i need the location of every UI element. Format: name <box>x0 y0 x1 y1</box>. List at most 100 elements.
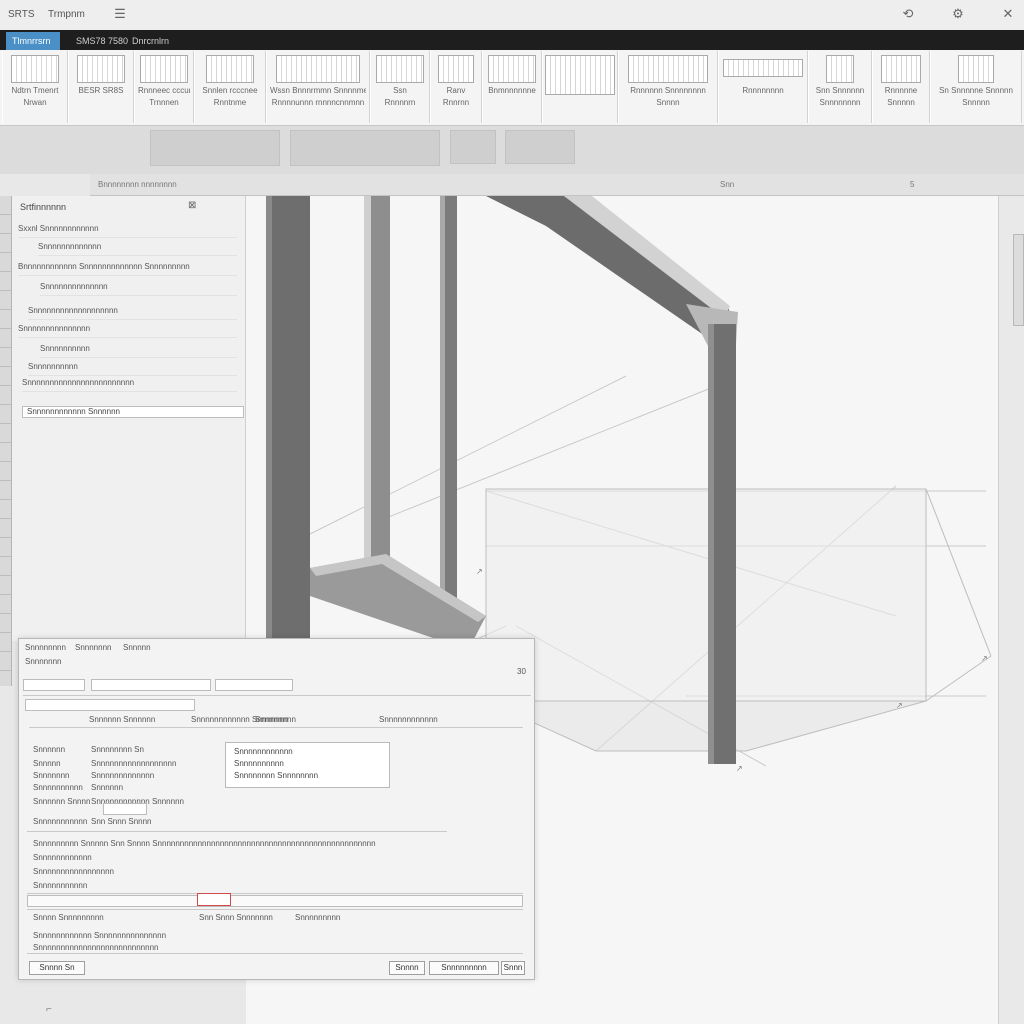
field-label: Snnnnnn <box>33 745 66 754</box>
properties-title: Srtfinnnnnn <box>20 202 67 212</box>
toolbar-thumbnail[interactable] <box>505 130 575 164</box>
tab-2[interactable]: SMS78 7580 <box>70 32 134 50</box>
ribbon-tool-icon <box>723 59 803 77</box>
ribbon-tool-icon <box>140 55 188 83</box>
toolbar-thumbnail[interactable] <box>150 130 280 166</box>
dialog-tab[interactable]: Snnnnnnnn <box>25 643 66 652</box>
property-row[interactable]: Snnnnnnnnnnnnnnnnnnnnnnnn <box>22 374 237 392</box>
dropdown-option[interactable]: Snnnnnnnnnnnn <box>234 747 293 756</box>
member-properties-dialog: Snnnnnnnn Snnnnnnn Snnnnn Snnnnnnn 30 Sn… <box>18 638 535 980</box>
menu-icon[interactable]: ☰ <box>112 6 128 22</box>
ribbon-tool-icon <box>488 55 536 83</box>
property-row[interactable]: Bnnnnnnnnnnnn Snnnnnnnnnnnnn Snnnnnnnnn <box>18 258 237 276</box>
dialog-tab[interactable]: Snnnnn <box>123 643 151 652</box>
section-label: Snnnnnnnnnnnnnnnnn <box>33 867 114 876</box>
field-value[interactable]: Snnnnnnnn Sn <box>91 745 144 754</box>
secondary-toolbar <box>0 126 1024 174</box>
toolbar-thumbnail[interactable] <box>290 130 440 166</box>
dropdown-option[interactable]: Snnnnnnnn Snnnnnnnn <box>234 771 318 780</box>
ribbon-group[interactable]: Ssn Rnnnnrn <box>370 51 430 123</box>
note-line: Snnnnnnnnnnnn Snnnnnnnnnnnnnnn <box>33 931 167 940</box>
ribbon-tool-icon <box>628 55 708 83</box>
column-left <box>266 196 310 639</box>
ribbon: Ndtrn Tmenrt Nrwan BESR SR8S Rnnneec cccu… <box>0 50 1024 126</box>
app-title: SRTS <box>8 9 35 20</box>
property-row[interactable]: Snnnnnnnnnnnnnnnnnnn <box>28 302 237 320</box>
property-row[interactable]: Snnnnnnnnnnnnnn <box>40 278 237 296</box>
ribbon-group[interactable]: Ranv Rnnrnn <box>430 51 482 123</box>
section-label: Snnnnnnnnnnn <box>33 881 88 890</box>
ribbon-group[interactable]: Ndtrn Tmenrt Nrwan <box>2 51 68 123</box>
tab-3[interactable]: Dnrcrnlrn <box>126 32 175 50</box>
ribbon-tool-icon <box>206 55 254 83</box>
ribbon-tool-icon <box>11 55 59 83</box>
field-value[interactable]: Snnnnnnnnnnnnn <box>91 771 154 780</box>
field-value[interactable]: Snnnnnnnnnnnnnnnnnn <box>91 759 176 768</box>
field-value[interactable]: Snn Snnn Snnnn <box>91 817 152 826</box>
dropdown-option[interactable]: Snnnnnnnnnn <box>234 759 284 768</box>
ribbon-group[interactable]: Wssn Bnnnrmmn Snnnnme Rnnnnunnn rnnnncnnm… <box>266 51 370 123</box>
field-value[interactable]: Snnnnnn <box>91 783 123 792</box>
view-cube-control[interactable] <box>1013 234 1024 326</box>
dialog-input[interactable] <box>103 803 147 815</box>
dropdown-list: Snnnnnnnnnnnn Snnnnnnnnnn Snnnnnnnn Snnn… <box>225 742 390 788</box>
property-row[interactable]: Snnnnnnnnnn <box>40 340 237 358</box>
toolbar-thumbnail[interactable] <box>450 130 496 164</box>
ribbon-tool-icon <box>958 55 994 83</box>
status-icon: ⌐ <box>46 1004 52 1015</box>
field-label: Snnnnn <box>33 759 61 768</box>
field-label: Snnnnnnn <box>33 771 70 780</box>
left-rail[interactable] <box>0 196 12 686</box>
ribbon-group[interactable]: Rnnnnnn Snnnnnnnn Snnnn <box>618 51 718 123</box>
help-button[interactable]: Snnnn Sn <box>29 961 85 975</box>
ribbon-group[interactable]: Sn Snnnnne Snnnnn Snnnnn <box>930 51 1022 123</box>
title-bar: SRTS Trmpnm ☰ ⟲ ⚙ ✕ <box>0 0 1024 30</box>
transparent-box <box>485 488 992 752</box>
scale-value: 30 <box>517 667 526 676</box>
property-row[interactable]: Snnnnnnnnnnnnn <box>38 238 237 256</box>
section-label: Snnnnnnnnnnnn <box>33 853 92 862</box>
tools-icon[interactable]: ✕ <box>1000 6 1016 22</box>
field-label: Snnnnnnnnnnn <box>33 817 88 826</box>
table-row[interactable] <box>27 895 523 907</box>
view-tab-strip: Bnnnnnnnn nnnnnnnn Snn 5 <box>90 174 1024 196</box>
dialog-input[interactable] <box>215 679 293 691</box>
axis-marker: ↗ <box>736 764 743 773</box>
undo-icon[interactable]: ⟲ <box>900 6 916 22</box>
settings-icon[interactable]: ⚙ <box>950 6 966 22</box>
tab-active[interactable]: Tlmnrrsrn 3 <box>6 32 60 64</box>
dialog-tab[interactable]: Snnnnnnn <box>75 643 111 652</box>
dialog-input[interactable] <box>23 679 85 691</box>
ok-button[interactable]: Snnnn <box>389 961 425 975</box>
ribbon-tool-icon <box>77 55 125 83</box>
ribbon-group[interactable]: Snnlen rcccnee Rnntnme <box>194 51 266 123</box>
ribbon-tool-icon <box>376 55 424 83</box>
ribbon-group[interactable] <box>542 51 618 123</box>
apply-button[interactable]: Snnnnnnnnn <box>429 961 499 975</box>
note-line: Snnnnnnnnnnnnnnnnnnnnnnnnnnn <box>33 943 159 952</box>
ribbon-group[interactable]: Rnnnnnnnn <box>718 51 808 123</box>
highlighted-input[interactable] <box>197 893 231 906</box>
close-icon[interactable]: ⊠ <box>188 200 196 211</box>
property-row[interactable]: Snnnnnnnnnnnnnnn <box>18 320 237 338</box>
properties-panel: Srtfinnnnnn ⊠ Sxxnl Snnnnnnnnnnnn Snnnnn… <box>12 196 246 641</box>
ribbon-group[interactable]: Rnnneec cccunmTrnnnen <box>134 51 194 123</box>
ribbon-tool-icon <box>881 55 921 83</box>
property-input[interactable]: Snnnnnnnnnnnn Snnnnnn <box>22 406 244 418</box>
dialog-input[interactable] <box>91 679 211 691</box>
cancel-button[interactable]: Snnn <box>501 961 525 975</box>
ribbon-group[interactable]: Snn Snnnnnn Snnnnnnnn <box>808 51 872 123</box>
dialog-input[interactable] <box>25 699 195 711</box>
ribbon-tool-icon <box>276 55 360 83</box>
property-row[interactable]: Sxxnl Snnnnnnnnnnnn <box>18 220 237 238</box>
dialog-subtitle: Snnnnnnn <box>25 657 62 666</box>
document-title[interactable]: Trmpnm <box>48 9 85 20</box>
ribbon-tool-icon <box>826 55 854 83</box>
ribbon-tab-bar: Tlmnrrsrn 3 SMS78 7580 Dnrcrnlrn <box>0 30 1024 64</box>
ribbon-group[interactable]: BESR SR8S <box>68 51 134 123</box>
field-label: Snnnnnn Snnnn <box>33 797 91 806</box>
ribbon-tool-icon <box>545 55 615 95</box>
ribbon-group[interactable]: Bnmnnnnnne <box>482 51 542 123</box>
ribbon-group[interactable]: Rnnnnne Snnnnn <box>872 51 930 123</box>
axis-marker: ↗ <box>981 654 988 663</box>
